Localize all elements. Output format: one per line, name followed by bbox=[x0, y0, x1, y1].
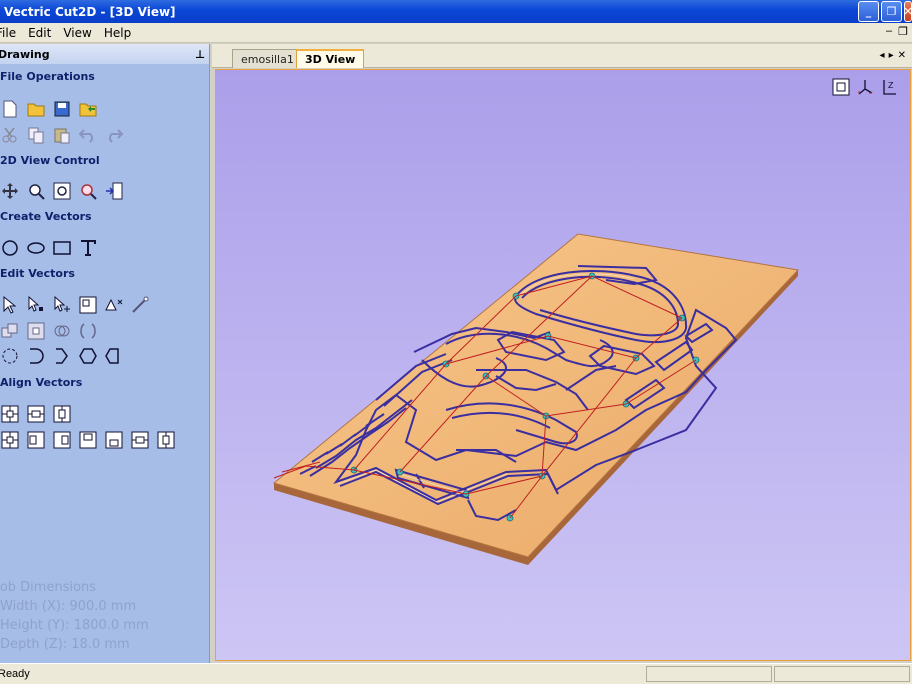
edit-vectors-row2 bbox=[0, 321, 98, 341]
restore-icon: ❐ bbox=[886, 5, 897, 18]
extend-icon[interactable] bbox=[104, 346, 124, 366]
tab-3d-view[interactable]: 3D View bbox=[296, 49, 365, 68]
section-file-operations: File Operations bbox=[0, 70, 95, 83]
align-right-icon[interactable] bbox=[52, 430, 72, 450]
file-operations-row2 bbox=[0, 125, 124, 145]
paste-icon[interactable] bbox=[52, 125, 72, 145]
weld-icon[interactable] bbox=[0, 321, 20, 341]
toolpath-scene bbox=[272, 233, 800, 565]
align-center-icon[interactable] bbox=[0, 430, 20, 450]
zoom-icon[interactable] bbox=[26, 181, 46, 201]
trim-icon[interactable] bbox=[78, 346, 98, 366]
draw-circle-icon[interactable] bbox=[0, 238, 20, 258]
align-vectors-row2 bbox=[0, 430, 176, 450]
status-panel-2 bbox=[774, 666, 910, 682]
menu-file[interactable]: File bbox=[0, 26, 22, 40]
select-icon[interactable] bbox=[0, 295, 20, 315]
align-left-icon[interactable] bbox=[26, 430, 46, 450]
pan-icon[interactable] bbox=[0, 181, 20, 201]
job-depth: Depth (Z): 18.0 mm bbox=[0, 637, 130, 652]
menu-view[interactable]: View bbox=[57, 26, 97, 40]
panel-header: Drawing ⊥ bbox=[0, 44, 209, 64]
join-icon[interactable] bbox=[78, 321, 98, 341]
align-vertical-center-icon[interactable] bbox=[52, 404, 72, 424]
minimize-button[interactable]: _ bbox=[858, 1, 879, 22]
cut-icon[interactable] bbox=[0, 125, 20, 145]
tab-prev-icon[interactable]: ◂ bbox=[880, 50, 885, 61]
title-bar: Vectric Cut2D - [3D View] _ ❐ ✕ bbox=[0, 0, 912, 23]
job-dimensions: Job Dimensions Width (X): 900.0 mm Heigh… bbox=[0, 578, 149, 654]
draw-text-icon[interactable] bbox=[78, 238, 98, 258]
status-panel-1 bbox=[646, 666, 772, 682]
3d-viewport[interactable]: Z bbox=[215, 69, 911, 661]
mdi-minimize-icon[interactable]: ‒ bbox=[886, 25, 892, 38]
scale-icon[interactable] bbox=[78, 295, 98, 315]
redo-icon[interactable] bbox=[104, 125, 124, 145]
section-2d-view-control: 2D View Control bbox=[0, 154, 100, 167]
draw-ellipse-icon[interactable] bbox=[26, 238, 46, 258]
fit-view-icon[interactable] bbox=[104, 181, 124, 201]
node-edit-icon[interactable] bbox=[26, 295, 46, 315]
draw-rectangle-icon[interactable] bbox=[52, 238, 72, 258]
align-top-icon[interactable] bbox=[78, 430, 98, 450]
minimize-icon: _ bbox=[865, 5, 872, 18]
align-horizontal-icon[interactable] bbox=[130, 430, 150, 450]
menu-bar: File Edit View Help ‒ ❐ bbox=[0, 23, 912, 43]
tab-next-icon[interactable]: ▸ bbox=[889, 50, 894, 61]
new-file-icon[interactable] bbox=[0, 99, 20, 119]
pin-icon[interactable]: ⊥ bbox=[195, 48, 205, 61]
align-bottom-icon[interactable] bbox=[104, 430, 124, 450]
section-create-vectors: Create Vectors bbox=[0, 210, 92, 223]
center-in-material-icon[interactable] bbox=[0, 404, 20, 424]
close-icon: ✕ bbox=[905, 5, 911, 18]
file-operations-row1 bbox=[0, 99, 98, 119]
tab-close-icon[interactable]: ✕ bbox=[898, 50, 906, 61]
mdi-restore-icon[interactable]: ❐ bbox=[898, 25, 908, 38]
window-title: Vectric Cut2D - [3D View] bbox=[4, 4, 176, 19]
menu-edit[interactable]: Edit bbox=[22, 26, 57, 40]
close-button[interactable]: ✕ bbox=[904, 1, 912, 22]
job-width: Width (X): 900.0 mm bbox=[0, 599, 137, 614]
intersect-icon[interactable] bbox=[52, 321, 72, 341]
mirror-icon[interactable] bbox=[104, 295, 124, 315]
view-control-row bbox=[0, 181, 124, 201]
panel-title: Drawing bbox=[0, 47, 50, 61]
job-height: Height (Y): 1800.0 mm bbox=[0, 618, 149, 633]
save-file-icon[interactable] bbox=[52, 99, 72, 119]
status-text: Ready bbox=[0, 668, 30, 680]
job-dimensions-heading: Job Dimensions bbox=[0, 580, 97, 595]
drawing-panel: Drawing ⊥ File Operations 2D View Contro… bbox=[0, 44, 210, 663]
align-vectors-row1 bbox=[0, 404, 72, 424]
fillet-icon[interactable] bbox=[26, 346, 46, 366]
measure-icon[interactable] bbox=[130, 295, 150, 315]
section-edit-vectors: Edit Vectors bbox=[0, 267, 75, 280]
section-align-vectors: Align Vectors bbox=[0, 376, 83, 389]
zoom-selection-icon[interactable] bbox=[78, 181, 98, 201]
align-vertical-icon[interactable] bbox=[156, 430, 176, 450]
edit-vectors-row3 bbox=[0, 346, 124, 366]
subtract-icon[interactable] bbox=[26, 321, 46, 341]
import-file-icon[interactable] bbox=[78, 99, 98, 119]
restore-button[interactable]: ❐ bbox=[881, 1, 902, 22]
menu-help[interactable]: Help bbox=[98, 26, 137, 40]
tab-emosilla1[interactable]: emosilla1 bbox=[232, 49, 303, 68]
status-bar: Ready bbox=[0, 663, 912, 684]
zoom-extents-icon[interactable] bbox=[52, 181, 72, 201]
open-file-icon[interactable] bbox=[26, 99, 46, 119]
tab-navigation: ◂ ▸ ✕ bbox=[880, 50, 906, 61]
align-centers-icon[interactable] bbox=[26, 404, 46, 424]
chamfer-icon[interactable] bbox=[52, 346, 72, 366]
undo-icon[interactable] bbox=[78, 125, 98, 145]
copy-icon[interactable] bbox=[26, 125, 46, 145]
document-tabs: emosilla1 3D View ◂ ▸ ✕ bbox=[212, 44, 912, 68]
edit-vectors-row1 bbox=[0, 295, 150, 315]
create-vectors-row bbox=[0, 238, 98, 258]
transform-icon[interactable] bbox=[52, 295, 72, 315]
offset-icon[interactable] bbox=[0, 346, 20, 366]
